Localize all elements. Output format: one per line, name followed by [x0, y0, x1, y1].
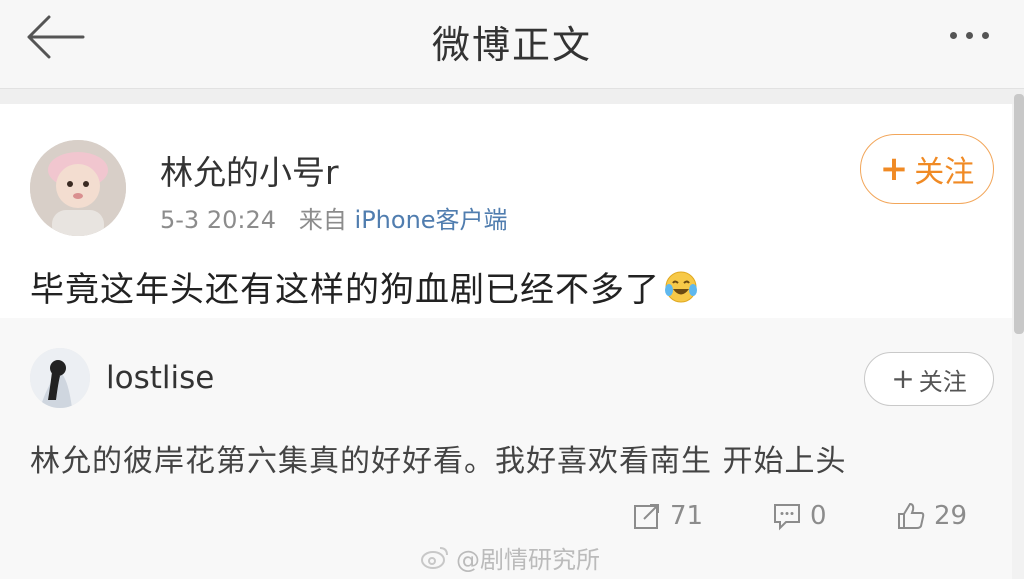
post-card: 林允的小号r 5-3 20:24 来自 iPhone客户端 + 关注 毕竟这年头… [0, 104, 1012, 318]
avatar-image [30, 140, 126, 236]
commenter-avatar[interactable] [30, 348, 90, 408]
scrollbar[interactable] [1014, 94, 1024, 334]
post-meta: 5-3 20:24 来自 iPhone客户端 [160, 200, 508, 235]
top-navigation-bar: 微博正文 [0, 0, 1024, 89]
author-name[interactable]: 林允的小号r [160, 146, 339, 194]
watermark-text: @剧情研究所 [456, 546, 600, 574]
comment-button[interactable]: 0 [772, 498, 827, 534]
laugh-cry-emoji-icon [665, 271, 697, 302]
post-body: 毕竟这年头还有这样的狗血剧已经不多了 [30, 270, 660, 310]
divider [0, 89, 1024, 104]
comment-icon [774, 504, 800, 531]
repost-button[interactable]: 71 [632, 498, 703, 534]
more-button[interactable] [934, 18, 1004, 52]
page-title: 微博正文 [431, 23, 592, 67]
repost-count: 71 [670, 501, 704, 531]
like-count: 29 [934, 501, 968, 531]
author-avatar[interactable] [30, 140, 126, 236]
post-time: 5-3 20:24 [160, 206, 276, 234]
post-text: 毕竟这年头还有这样的狗血剧已经不多了 [30, 262, 698, 311]
plus-icon: + [891, 362, 915, 395]
like-button[interactable]: 29 [896, 498, 967, 534]
source-prefix: 来自 [298, 206, 347, 234]
plus-icon: + [879, 149, 909, 189]
more-icon [949, 31, 957, 39]
repost-icon [634, 504, 659, 529]
follow-label: 关注 [918, 367, 967, 396]
comment-follow-button[interactable]: + 关注 [864, 352, 994, 406]
weibo-logo-icon [421, 546, 448, 569]
thumbs-up-icon [898, 502, 925, 529]
commenter-name[interactable]: lostlise [106, 360, 214, 396]
post-source-link[interactable]: iPhone客户端 [355, 206, 508, 234]
comment-count: 0 [810, 501, 827, 531]
follow-label: 关注 [914, 155, 975, 190]
watermark: @剧情研究所 [420, 540, 600, 575]
follow-button[interactable]: + 关注 [860, 134, 994, 204]
comment-text: 林允的彼岸花第六集真的好好看。我好喜欢看南生 开始上头 [30, 444, 847, 479]
avatar-image [30, 348, 90, 408]
